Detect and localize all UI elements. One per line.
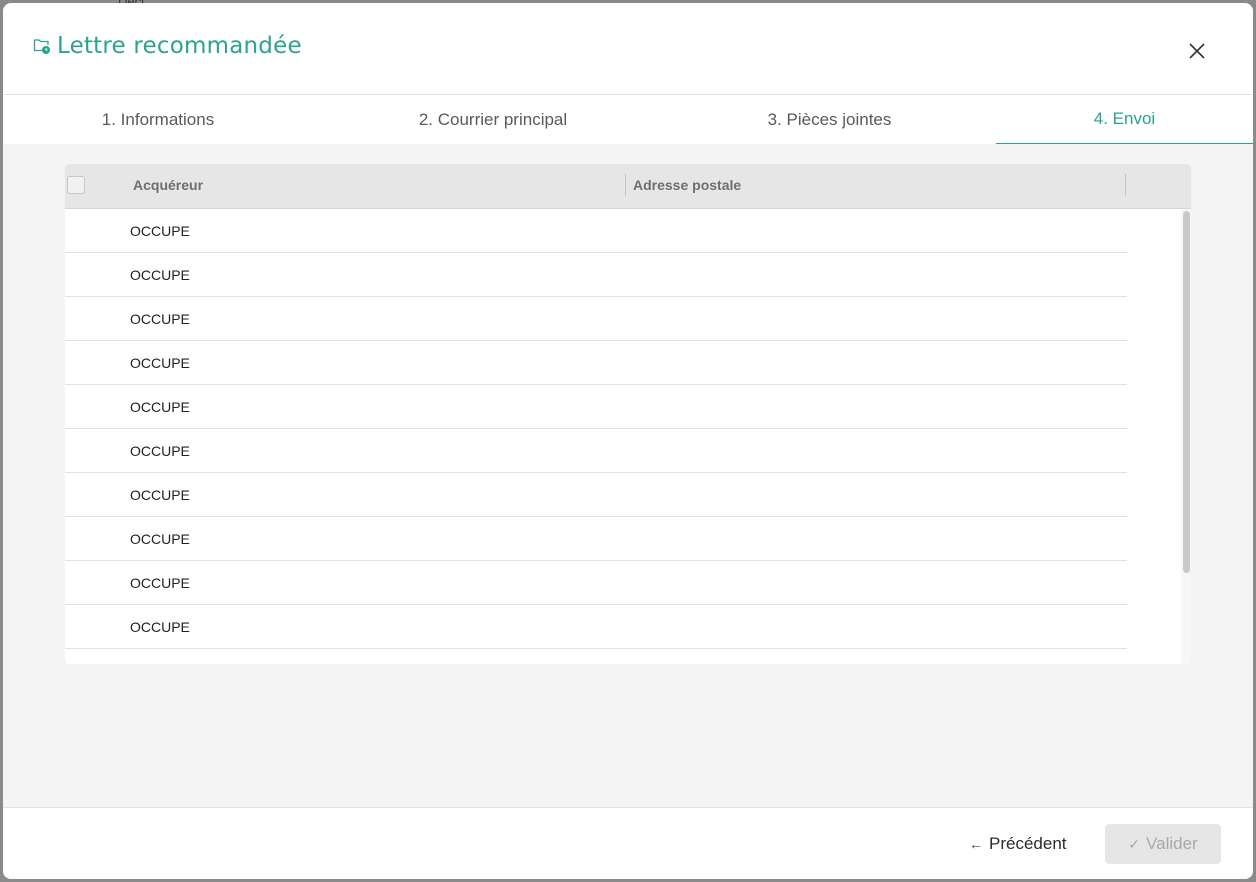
tab-pieces-jointes[interactable]: 3. Pièces jointes	[663, 95, 996, 145]
cell-acquereur: OCCUPE	[130, 442, 190, 459]
table-row[interactable]: OCCUPE	[65, 253, 1127, 297]
select-all-checkbox[interactable]	[67, 176, 85, 194]
column-resize-handle[interactable]	[625, 174, 626, 196]
recipients-table: Acquéreur Adresse postale OCCUPE OCCUPE OC…	[65, 164, 1191, 664]
tab-envoi[interactable]: 4. Envoi	[996, 95, 1253, 145]
column-header-adresse[interactable]: Adresse postale	[633, 177, 741, 193]
step-tabs: 1. Informations 2. Courrier principal 3.…	[3, 94, 1253, 145]
dialog-content: Acquéreur Adresse postale OCCUPE OCCUPE OC…	[3, 144, 1253, 807]
previous-label: Précédent	[989, 834, 1067, 853]
folder-clock-icon	[33, 37, 51, 55]
scrollbar-thumb[interactable]	[1183, 211, 1190, 573]
table-row[interactable]: OCCUPE	[65, 341, 1127, 385]
tab-label: 1. Informations	[101, 110, 215, 129]
arrow-left-icon: ←	[969, 836, 983, 852]
table-row[interactable]: OCCUPE	[65, 429, 1127, 473]
table-row[interactable]: OCCUPE	[65, 605, 1127, 649]
cell-acquereur: OCCUPE	[130, 310, 190, 327]
dialog-header: Lettre recommandée	[3, 3, 1253, 94]
cell-acquereur: OCCUPE	[130, 486, 190, 503]
dialog-footer: ← Précédent ✓ Valider	[3, 807, 1253, 879]
table-row[interactable]: OCCUPE	[65, 297, 1127, 341]
table-body: OCCUPE OCCUPE OCCUPE OCCUPE OCCUPE OCCUPE OCCU…	[65, 209, 1127, 664]
check-icon: ✓	[1128, 835, 1141, 852]
cell-acquereur: OCCUPE	[130, 618, 190, 635]
table-row[interactable]: OCCUPE	[65, 473, 1127, 517]
table-row[interactable]: OCCUPE	[65, 517, 1127, 561]
table-row[interactable]: OCCUPE	[65, 649, 1127, 665]
cell-acquereur: OCCUPE	[130, 354, 190, 371]
table-row[interactable]: OCCUPE	[65, 561, 1127, 605]
cell-acquereur: OCCUPE	[130, 266, 190, 283]
table-row[interactable]: OCCUPE	[65, 385, 1127, 429]
tab-label: 2. Courrier principal	[418, 110, 568, 129]
dialog-title: Lettre recommandée	[57, 33, 302, 59]
previous-button[interactable]: ← Précédent	[969, 830, 1067, 858]
tab-label: 3. Pièces jointes	[767, 110, 892, 129]
tab-courrier-principal[interactable]: 2. Courrier principal	[323, 95, 663, 145]
cell-acquereur: OCCUPE	[130, 222, 190, 239]
validate-button[interactable]: ✓ Valider	[1105, 824, 1221, 864]
tab-informations[interactable]: 1. Informations	[3, 95, 313, 145]
column-resize-handle[interactable]	[1125, 174, 1126, 196]
cell-acquereur: OCCUPE	[130, 398, 190, 415]
registered-letter-dialog: Lettre recommandée 1. Informations 2. Co…	[3, 3, 1253, 879]
table-row[interactable]: OCCUPE	[65, 209, 1127, 253]
table-header: Acquéreur Adresse postale	[65, 164, 1191, 209]
cell-acquereur: OCCUPE	[130, 530, 190, 547]
tab-label: 4. Envoi	[1093, 109, 1156, 128]
table-scrollbar[interactable]	[1181, 209, 1191, 664]
column-header-acquereur[interactable]: Acquéreur	[133, 177, 203, 193]
close-icon	[1189, 43, 1205, 59]
dialog-title-wrap: Lettre recommandée	[33, 33, 302, 59]
validate-label: Valider	[1146, 834, 1198, 853]
cell-acquereur: OCCUPE	[130, 574, 190, 591]
close-button[interactable]	[1185, 39, 1209, 63]
cell-acquereur: OCCUPE	[65, 663, 630, 665]
